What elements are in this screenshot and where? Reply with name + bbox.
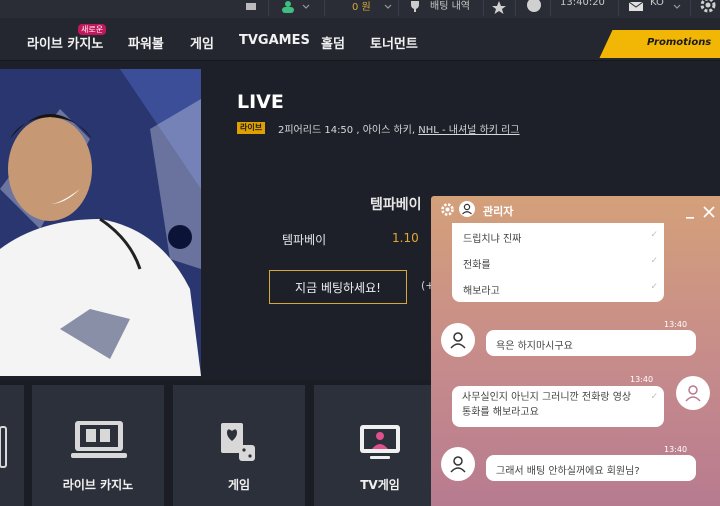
live-badge: 라이브: [237, 122, 266, 134]
category-tile-live-casino[interactable]: 라이브 카지노: [32, 385, 164, 506]
message-icon[interactable]: [628, 0, 644, 14]
chat-message-time: 13:40: [664, 320, 688, 329]
close-icon[interactable]: [703, 203, 715, 222]
chat-message-incoming: 그래서 배팅 안하실꺼에요 회원님?: [486, 455, 696, 481]
balance-value: 0 원: [352, 2, 371, 13]
chat-message-time: 13:40: [664, 445, 688, 454]
divider: [550, 0, 551, 16]
nav-item-powerball[interactable]: 파워볼: [128, 33, 164, 52]
help-icon[interactable]: [526, 0, 542, 14]
match-info-text: 2피어리드 14:50 , 아이스 하키,: [278, 125, 416, 136]
category-tile-games[interactable]: 게임: [173, 385, 305, 506]
chat-widget: 관리자 드립치냐 진짜 ✓ 전화를 ✓ 해보라고 ✓ 13:40 욕은 하지마시…: [431, 196, 720, 506]
minimize-icon[interactable]: [685, 204, 695, 223]
divider: [515, 0, 516, 16]
divider: [398, 0, 399, 16]
chevron-down-icon[interactable]: [301, 0, 311, 14]
chat-message-line: 해보라고: [463, 286, 500, 297]
nav-item-tvgames[interactable]: TVGAMES: [239, 33, 310, 48]
chat-message-time: 13:40: [630, 375, 654, 384]
chat-message-line: 전화를: [463, 260, 491, 271]
admin-avatar: [441, 323, 475, 357]
divider: [618, 0, 619, 16]
divider: [483, 0, 484, 16]
gift-icon[interactable]: [244, 0, 258, 14]
new-badge: 새로운: [78, 24, 107, 35]
hero-title: LIVE: [237, 91, 284, 113]
user-avatar: [676, 376, 710, 410]
chat-title: 관리자: [483, 205, 514, 218]
chevron-down-icon[interactable]: [383, 0, 393, 14]
divider: [690, 0, 691, 16]
category-label: 라이브 카지노: [62, 478, 134, 492]
chat-message-text: 욕은 하지마시구요: [496, 341, 573, 352]
league-link[interactable]: NHL - 내셔널 하키 리그: [418, 125, 519, 136]
market-title: 템파베이: [370, 197, 422, 213]
read-check-icon: ✓: [650, 230, 658, 240]
category-label: 게임: [227, 478, 251, 492]
promotions-label[interactable]: Promotions: [647, 37, 711, 48]
category-tile-tvgames[interactable]: TV게임: [314, 385, 446, 506]
monitor-cards-icon: [71, 419, 127, 467]
chat-message-outgoing: 드립치냐 진짜 ✓ 전화를 ✓ 해보라고 ✓: [452, 223, 664, 302]
match-info: 2피어리드 14:50 , 아이스 하키, NHL - 내셔널 하키 리그: [278, 121, 520, 136]
bet-history-link[interactable]: 배팅 내역: [430, 0, 470, 12]
bet-now-button[interactable]: 지금 베팅하세요!: [269, 270, 407, 304]
user-icon[interactable]: [280, 0, 296, 14]
player-image: [0, 69, 201, 376]
read-check-icon: ✓: [650, 392, 658, 402]
chat-message-incoming: 욕은 하지마시구요: [486, 330, 696, 356]
gear-icon[interactable]: [440, 202, 455, 221]
star-icon[interactable]: [491, 0, 507, 14]
chat-header: 관리자: [431, 196, 720, 223]
nav-item-live-casino[interactable]: 라이브 카지노: [27, 33, 103, 52]
gear-icon[interactable]: [699, 0, 717, 14]
admin-avatar-icon: [459, 201, 475, 221]
selection-odds[interactable]: 1.10: [392, 231, 419, 245]
chat-message-outgoing: 사무실인지 아닌지 그러니깐 전화랑 영상통화를 해보라고요 ✓: [452, 386, 664, 427]
chat-message-text: 그래서 배팅 안하실꺼에요 회원님?: [496, 466, 640, 477]
main-nav: 라이브 카지노 새로운 파워볼 게임 TVGAMES 홀덤 토너먼트 Promo…: [0, 18, 720, 61]
nav-item-holdem[interactable]: 홀덤: [321, 33, 345, 52]
top-bar: 0 원 배팅 내역 13:40:20 KO: [0, 0, 720, 18]
trophy-icon[interactable]: [408, 0, 422, 14]
divider: [324, 0, 325, 16]
read-check-icon: ✓: [650, 256, 658, 266]
clock: 13:40:20: [560, 0, 605, 8]
admin-avatar: [441, 447, 475, 481]
nav-item-tournament[interactable]: 토너먼트: [370, 33, 418, 52]
chevron-down-icon[interactable]: [672, 0, 682, 14]
tv-dealer-icon: [358, 423, 402, 467]
page: 0 원 배팅 내역 13:40:20 KO 라이브 카지노 새로운 파워볼 게임…: [0, 0, 720, 506]
language-selector[interactable]: KO: [650, 0, 664, 8]
chat-message-text: 사무실인지 아닌지 그러니깐 전화랑 영상통화를 해보라고요: [462, 392, 632, 418]
chat-message-line: 드립치냐 진짜: [463, 234, 522, 245]
selection-name[interactable]: 템파베이: [282, 231, 326, 248]
category-label: TV게임: [360, 478, 400, 492]
read-check-icon: ✓: [650, 282, 658, 292]
category-tile[interactable]: [0, 385, 24, 506]
divider: [268, 0, 269, 16]
cards-dice-icon: [219, 421, 261, 469]
nav-item-games[interactable]: 게임: [190, 33, 214, 52]
